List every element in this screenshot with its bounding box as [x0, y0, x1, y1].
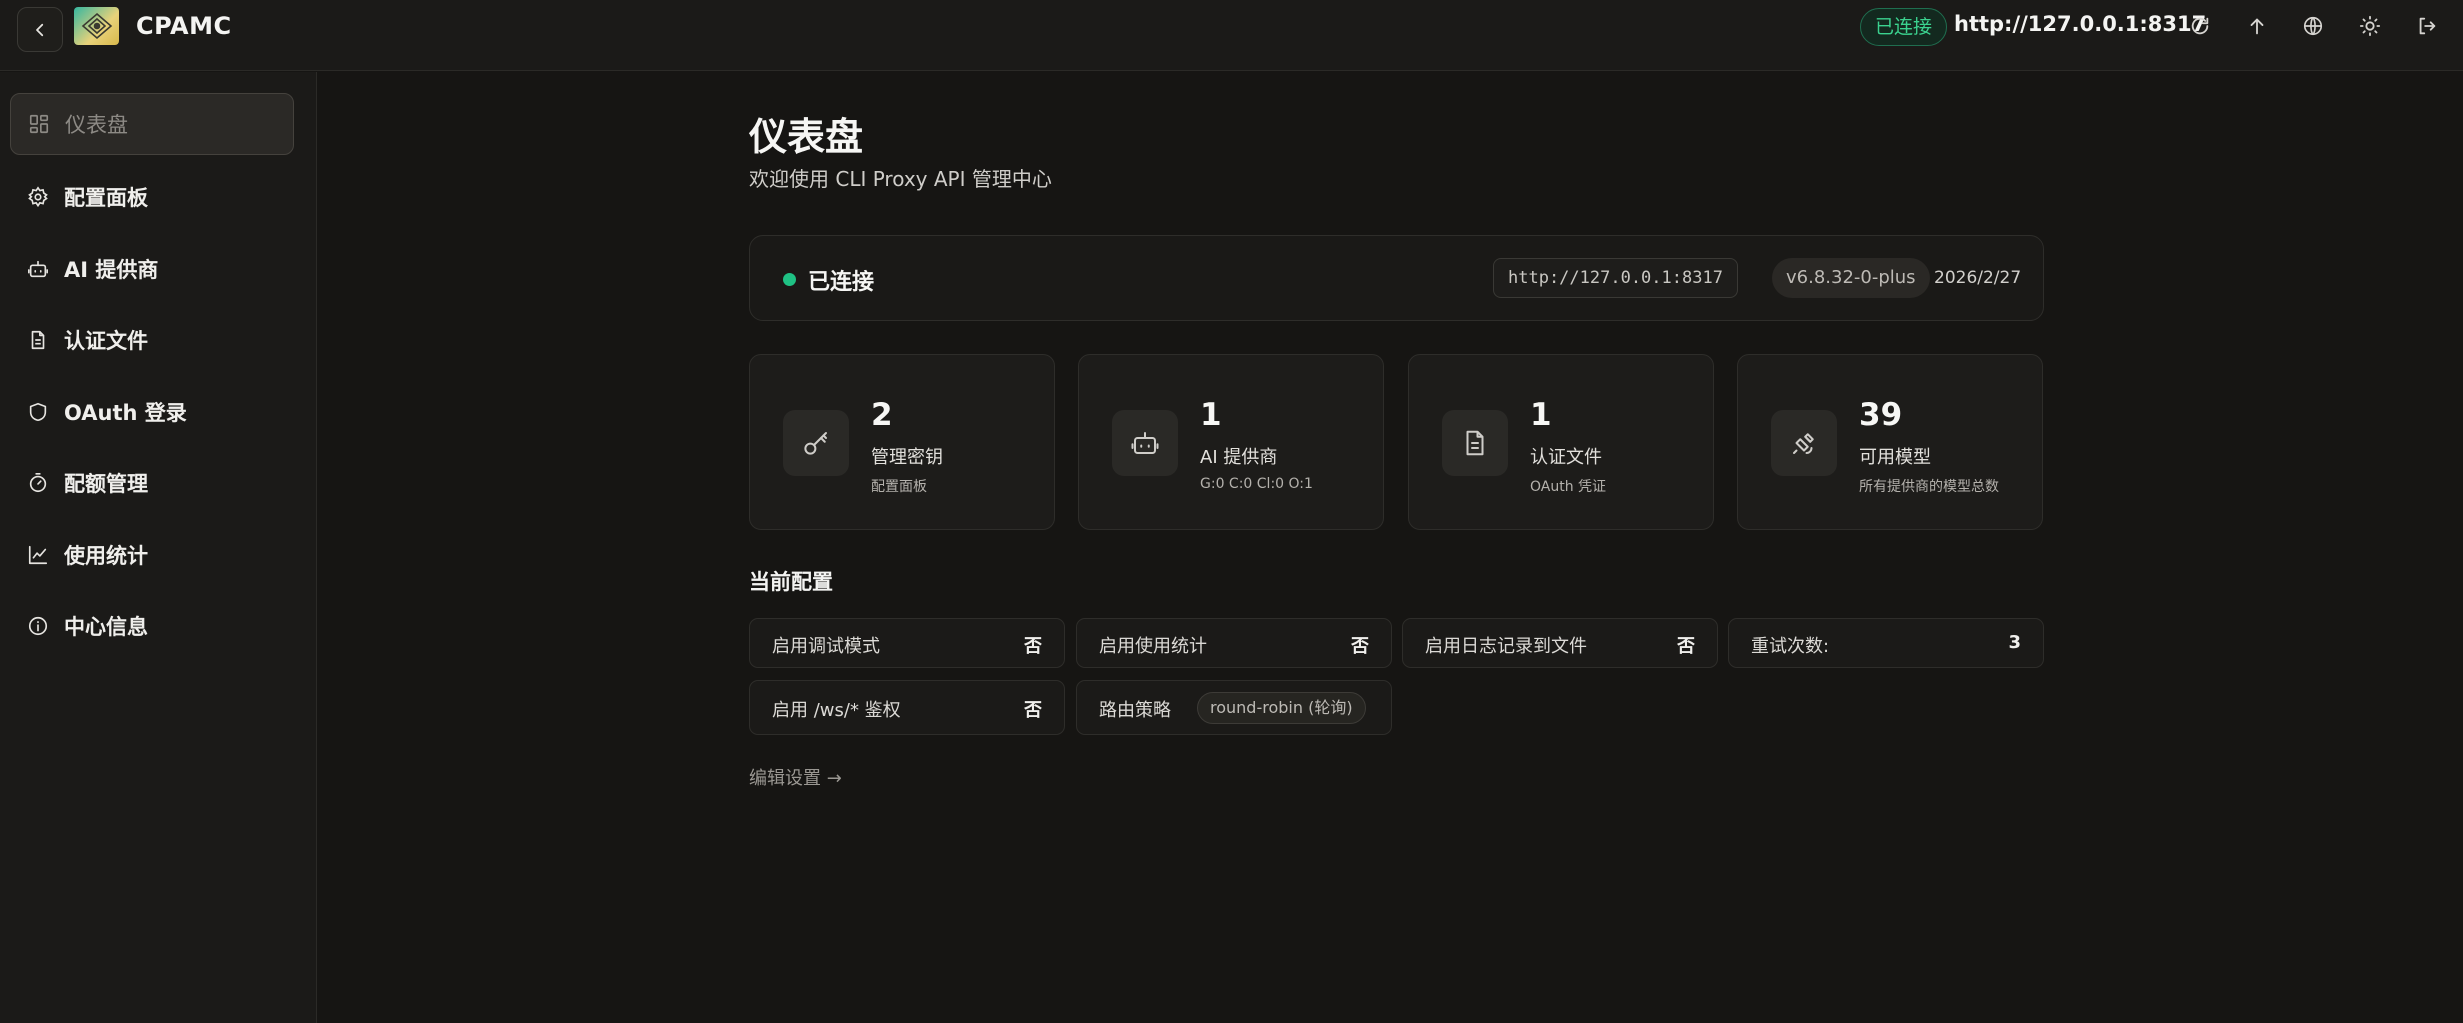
logout-icon: [2416, 15, 2438, 37]
stat-subtext: OAuth 凭证: [1530, 479, 1607, 495]
config-item-retry-count: 重试次数: 3: [1728, 618, 2044, 668]
file-icon: [26, 328, 50, 352]
connection-status-card: 已连接 http://127.0.0.1:8317 v6.8.32-0-plus…: [749, 235, 2044, 321]
refresh-button[interactable]: [2186, 12, 2214, 40]
sidebar-item-label: 配额管理: [64, 472, 148, 496]
routing-strategy-chip: round-robin (轮询): [1197, 692, 1366, 724]
sidebar-item-label: 配置面板: [64, 186, 148, 210]
dashboard-icon: [27, 112, 51, 136]
connection-status-text: 已连接: [808, 270, 875, 295]
config-value: 3: [2008, 632, 2021, 653]
logo-icon: [74, 7, 119, 45]
config-key: 启用日志记录到文件: [1425, 636, 1587, 657]
sidebar-item-oauth-login[interactable]: OAuth 登录: [10, 381, 294, 443]
sidebar-item-label: 中心信息: [64, 615, 148, 639]
robot-icon: [1112, 410, 1178, 476]
brand-name: CPAMC: [136, 12, 232, 40]
stat-card-available-models[interactable]: 39 可用模型 所有提供商的模型总数: [1737, 354, 2043, 530]
satellite-icon: [1771, 410, 1837, 476]
language-button[interactable]: [2299, 12, 2327, 40]
server-url: http://127.0.0.1:8317: [1954, 12, 2207, 36]
sidebar-item-label: 使用统计: [64, 544, 148, 568]
version-badge: v6.8.32-0-plus: [1772, 258, 1930, 298]
config-value: 否: [1024, 636, 1042, 657]
sidebar-item-label: OAuth 登录: [64, 401, 187, 425]
key-icon: [783, 410, 849, 476]
page-title: 仪表盘: [749, 115, 864, 159]
connection-status-badge: 已连接: [1860, 8, 1948, 46]
sidebar-item-config[interactable]: 配置面板: [10, 166, 294, 228]
sidebar-item-quota[interactable]: 配额管理: [10, 452, 294, 514]
sidebar-item-label: AI 提供商: [64, 258, 159, 282]
stat-label: 可用模型: [1859, 447, 1931, 468]
page-subtitle: 欢迎使用 CLI Proxy API 管理中心: [749, 167, 1052, 191]
config-item-ws-auth: 启用 /ws/* 鉴权 否: [749, 680, 1065, 735]
sidebar: 仪表盘 配置面板 AI 提供商 认证文件 OAuth 登录 配额管理 使用统计 …: [0, 72, 317, 1023]
stat-card-auth-files[interactable]: 1 认证文件 OAuth 凭证: [1408, 354, 1714, 530]
top-bar: CPAMC 已连接 http://127.0.0.1:8317: [0, 0, 2463, 71]
chart-icon: [26, 543, 50, 567]
upload-button[interactable]: [2243, 12, 2271, 40]
upload-icon: [2246, 15, 2268, 37]
stat-card-management-keys[interactable]: 2 管理密钥 配置面板: [749, 354, 1055, 530]
config-key: 路由策略: [1099, 700, 1171, 721]
stat-value: 2: [871, 397, 893, 433]
sidebar-item-label: 仪表盘: [65, 113, 128, 137]
build-date: 2026/2/27: [1934, 268, 2022, 288]
theme-toggle-button[interactable]: [2356, 12, 2384, 40]
globe-icon: [2302, 15, 2324, 37]
sidebar-item-dashboard[interactable]: 仪表盘: [10, 93, 294, 155]
stat-subtext: 配置面板: [871, 479, 927, 495]
config-item-usage-stats: 启用使用统计 否: [1076, 618, 1392, 668]
config-value: 否: [1351, 636, 1369, 657]
sidebar-item-ai-providers[interactable]: AI 提供商: [10, 238, 294, 300]
stat-label: 管理密钥: [871, 447, 943, 468]
gear-icon: [26, 185, 50, 209]
timer-icon: [26, 471, 50, 495]
stat-value: 1: [1200, 397, 1222, 433]
stat-subtext: 所有提供商的模型总数: [1859, 479, 1999, 495]
section-title-current-config: 当前配置: [749, 570, 833, 594]
config-value: 否: [1677, 636, 1695, 657]
stat-card-ai-providers[interactable]: 1 AI 提供商 G:0 C:0 Cl:0 O:1: [1078, 354, 1384, 530]
config-item-routing-strategy: 路由策略 round-robin (轮询): [1076, 680, 1392, 735]
config-key: 启用 /ws/* 鉴权: [772, 700, 901, 721]
stat-label: 认证文件: [1530, 447, 1602, 468]
file-icon: [1442, 410, 1508, 476]
sidebar-item-label: 认证文件: [64, 329, 148, 353]
config-value: 否: [1024, 700, 1042, 721]
stat-label: AI 提供商: [1200, 447, 1278, 468]
config-item-log-to-file: 启用日志记录到文件 否: [1402, 618, 1718, 668]
logout-button[interactable]: [2413, 12, 2441, 40]
info-icon: [26, 614, 50, 638]
status-dot: [783, 273, 796, 286]
robot-icon: [26, 257, 50, 281]
refresh-icon: [2189, 15, 2211, 37]
config-item-debug: 启用调试模式 否: [749, 618, 1065, 668]
sidebar-item-usage-stats[interactable]: 使用统计: [10, 524, 294, 586]
config-key: 启用使用统计: [1099, 636, 1207, 657]
back-button[interactable]: [17, 7, 63, 52]
edit-settings-link[interactable]: 编辑设置 →: [749, 764, 842, 790]
shield-icon: [26, 400, 50, 424]
sidebar-item-center-info[interactable]: 中心信息: [10, 595, 294, 657]
stat-value: 1: [1530, 397, 1552, 433]
config-key: 重试次数:: [1751, 636, 1830, 657]
config-key: 启用调试模式: [772, 636, 880, 657]
sidebar-item-auth-files[interactable]: 认证文件: [10, 309, 294, 371]
sun-icon: [2359, 15, 2381, 37]
back-icon: [31, 21, 49, 39]
server-url-pill: http://127.0.0.1:8317: [1493, 258, 1738, 298]
stat-value: 39: [1859, 397, 1903, 433]
stat-subtext: G:0 C:0 Cl:0 O:1: [1200, 476, 1313, 492]
